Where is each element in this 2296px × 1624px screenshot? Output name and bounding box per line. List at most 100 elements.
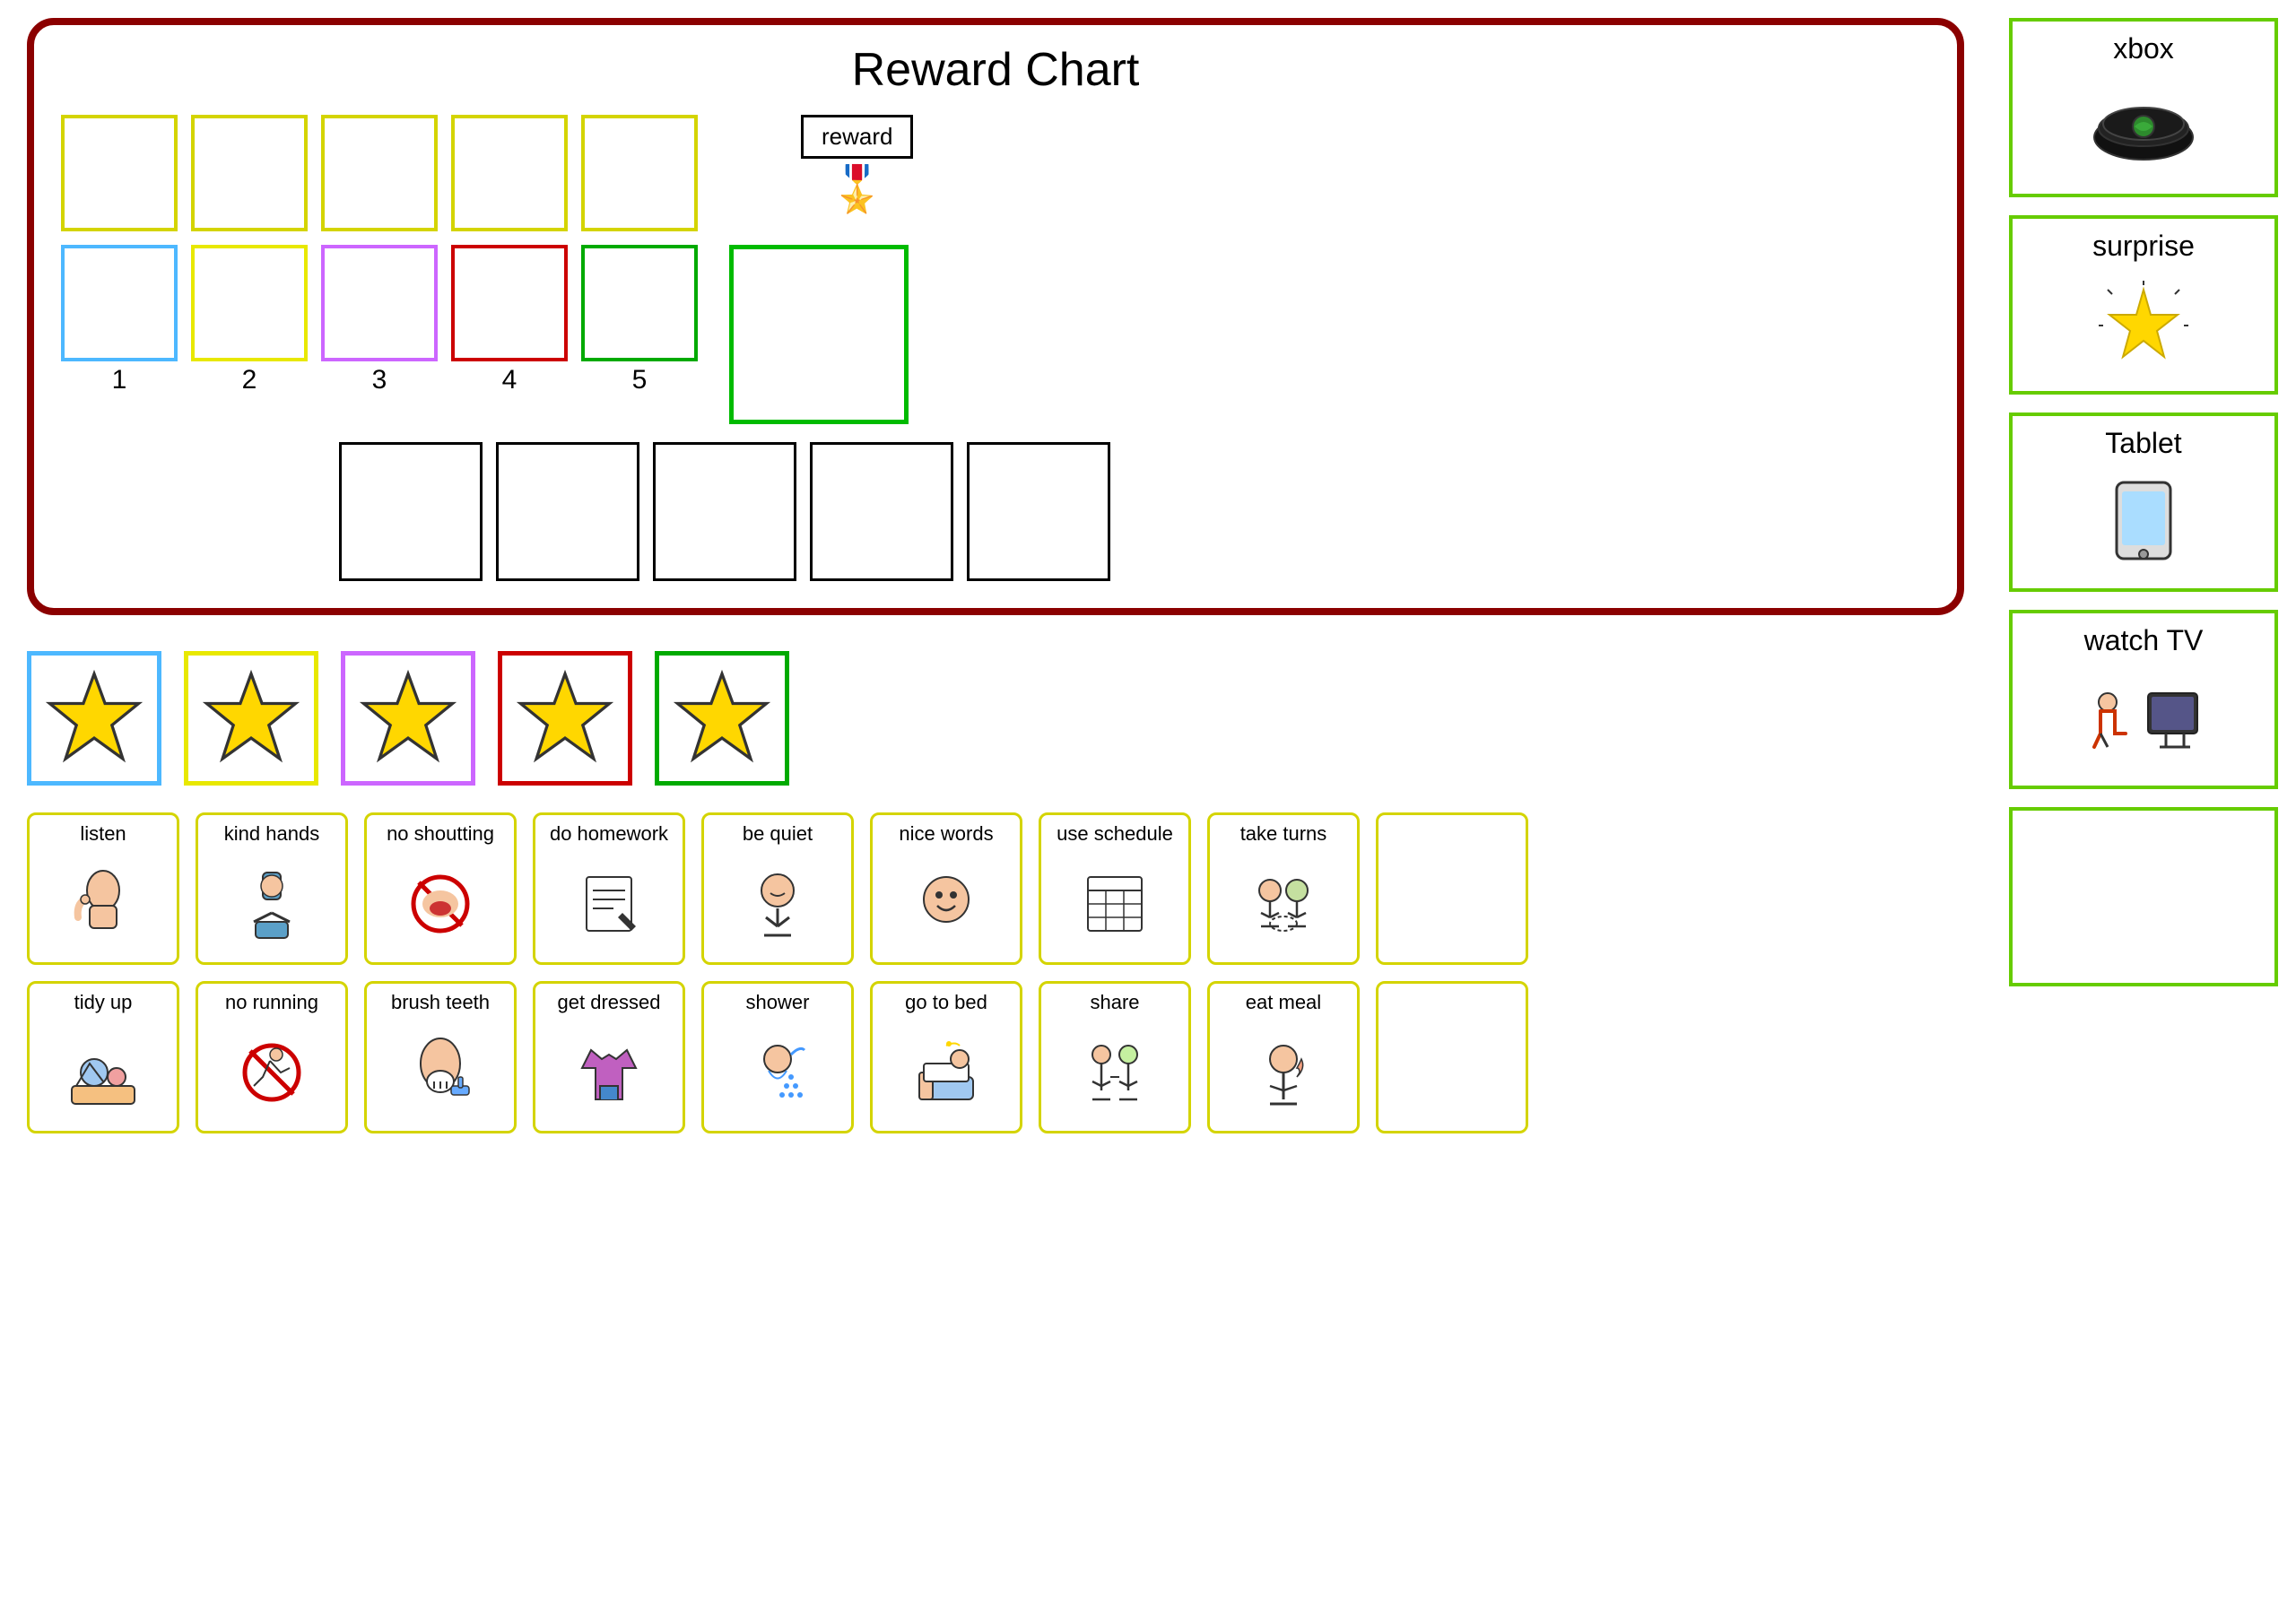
activity-get-dressed-label: get dressed <box>558 991 661 1014</box>
star-item-5[interactable] <box>655 651 789 786</box>
activity-row-1: listen kind hands no shoutting <box>27 812 1964 965</box>
reward-tablet-title: Tablet <box>2105 427 2181 460</box>
chart-cell-4: 4 <box>451 245 568 395</box>
right-panel: xbox surprise <box>1991 0 2296 1624</box>
chart-box-top-3[interactable] <box>321 115 438 231</box>
reward-xbox-icon <box>2090 73 2197 183</box>
star-icon-4 <box>516 669 614 768</box>
activity-share-label: share <box>1090 991 1139 1014</box>
star-item-2[interactable] <box>184 651 318 786</box>
chart-box-large-green[interactable] <box>729 245 909 424</box>
activity-kind-hands-icon <box>236 850 308 958</box>
reward-label: reward <box>801 115 913 159</box>
activity-tidy-up-icon <box>67 1019 139 1126</box>
activity-be-quiet-icon <box>742 850 813 958</box>
chart-number-2: 2 <box>242 365 257 395</box>
reward-watch-tv[interactable]: watch TV <box>2009 610 2278 789</box>
activity-brush-teeth-icon <box>404 1019 476 1126</box>
bottom-box-4[interactable] <box>810 442 953 581</box>
star-icon-5 <box>673 669 771 768</box>
chart-number-5: 5 <box>632 365 648 395</box>
activity-nice-words-label: nice words <box>899 822 993 846</box>
reward-watch-tv-icon <box>2081 664 2206 775</box>
activity-section: listen kind hands no shoutting <box>27 812 1964 1133</box>
activity-be-quiet-label: be quiet <box>743 822 813 846</box>
activity-be-quiet[interactable]: be quiet <box>701 812 854 965</box>
chart-number-1: 1 <box>112 365 127 395</box>
activity-nice-words-icon <box>910 850 982 958</box>
reward-surprise[interactable]: surprise <box>2009 215 2278 395</box>
activity-listen-label: listen <box>80 822 126 846</box>
star-item-4[interactable] <box>498 651 632 786</box>
chart-number-4: 4 <box>502 365 517 395</box>
activity-use-schedule-icon <box>1079 850 1151 958</box>
activity-eat-meal-label: eat meal <box>1246 991 1321 1014</box>
chart-cell-2: 2 <box>191 245 308 395</box>
activity-get-dressed[interactable]: get dressed <box>533 981 685 1133</box>
chart-box-4[interactable] <box>451 245 568 361</box>
star-icon-3 <box>359 669 457 768</box>
bottom-box-2[interactable] <box>496 442 639 581</box>
reward-surprise-title: surprise <box>2092 230 2195 263</box>
activity-share[interactable]: share <box>1039 981 1191 1133</box>
star-item-3[interactable] <box>341 651 475 786</box>
activity-eat-meal-icon <box>1248 1019 1319 1126</box>
reward-watch-tv-title: watch TV <box>2084 624 2204 657</box>
chart-box-3[interactable] <box>321 245 438 361</box>
chart-box-1[interactable] <box>61 245 178 361</box>
activity-brush-teeth-label: brush teeth <box>391 991 490 1014</box>
reward-surprise-icon <box>2099 270 2188 380</box>
activity-go-to-bed-label: go to bed <box>905 991 987 1014</box>
bottom-box-1[interactable] <box>339 442 483 581</box>
activity-nice-words[interactable]: nice words <box>870 812 1022 965</box>
activity-take-turns[interactable]: take turns <box>1207 812 1360 965</box>
reward-tablet[interactable]: Tablet <box>2009 413 2278 592</box>
activity-take-turns-label: take turns <box>1240 822 1327 846</box>
activity-no-shouting-icon <box>404 850 476 958</box>
chart-box-2[interactable] <box>191 245 308 361</box>
bottom-box-3[interactable] <box>653 442 796 581</box>
reward-xbox-title: xbox <box>2113 32 2174 65</box>
activity-tidy-up[interactable]: tidy up <box>27 981 179 1133</box>
activity-no-shouting[interactable]: no shoutting <box>364 812 517 965</box>
activity-empty-2 <box>1376 981 1528 1133</box>
activity-do-homework[interactable]: do homework <box>533 812 685 965</box>
bottom-boxes-row <box>339 442 1930 581</box>
activity-use-schedule-label: use schedule <box>1057 822 1173 846</box>
reward-ribbon-icon: 🎖️ <box>830 163 885 216</box>
chart-box-top-5[interactable] <box>581 115 698 231</box>
chart-box-top-1[interactable] <box>61 115 178 231</box>
reward-xbox[interactable]: xbox <box>2009 18 2278 197</box>
activity-kind-hands[interactable]: kind hands <box>196 812 348 965</box>
chart-box-5[interactable] <box>581 245 698 361</box>
left-panel: Reward Chart reward 🎖️ 1 <box>0 0 1991 1624</box>
star-icon-1 <box>45 669 144 768</box>
chart-cell-5: 5 <box>581 245 698 395</box>
chart-box-top-4[interactable] <box>451 115 568 231</box>
activity-no-shouting-label: no shoutting <box>387 822 494 846</box>
main-container: Reward Chart reward 🎖️ 1 <box>0 0 2296 1624</box>
chart-box-top-2[interactable] <box>191 115 308 231</box>
activity-use-schedule[interactable]: use schedule <box>1039 812 1191 965</box>
chart-cell-1: 1 <box>61 245 178 395</box>
activity-go-to-bed[interactable]: go to bed <box>870 981 1022 1133</box>
activity-brush-teeth[interactable]: brush teeth <box>364 981 517 1133</box>
activity-get-dressed-icon <box>573 1019 645 1126</box>
reward-tablet-icon <box>2108 467 2179 578</box>
activity-kind-hands-label: kind hands <box>224 822 319 846</box>
activity-do-homework-icon <box>573 850 645 958</box>
activity-take-turns-icon <box>1248 850 1319 958</box>
star-icon-2 <box>202 669 300 768</box>
star-item-1[interactable] <box>27 651 161 786</box>
chart-number-3: 3 <box>372 365 387 395</box>
activity-listen[interactable]: listen <box>27 812 179 965</box>
activity-no-running[interactable]: no running <box>196 981 348 1133</box>
activity-share-icon <box>1079 1019 1151 1126</box>
activity-do-homework-label: do homework <box>550 822 668 846</box>
bottom-box-5[interactable] <box>967 442 1110 581</box>
activity-tidy-up-label: tidy up <box>74 991 133 1014</box>
activity-go-to-bed-icon <box>910 1019 982 1126</box>
activity-eat-meal[interactable]: eat meal <box>1207 981 1360 1133</box>
activity-shower[interactable]: shower <box>701 981 854 1133</box>
activity-listen-icon <box>67 850 139 958</box>
